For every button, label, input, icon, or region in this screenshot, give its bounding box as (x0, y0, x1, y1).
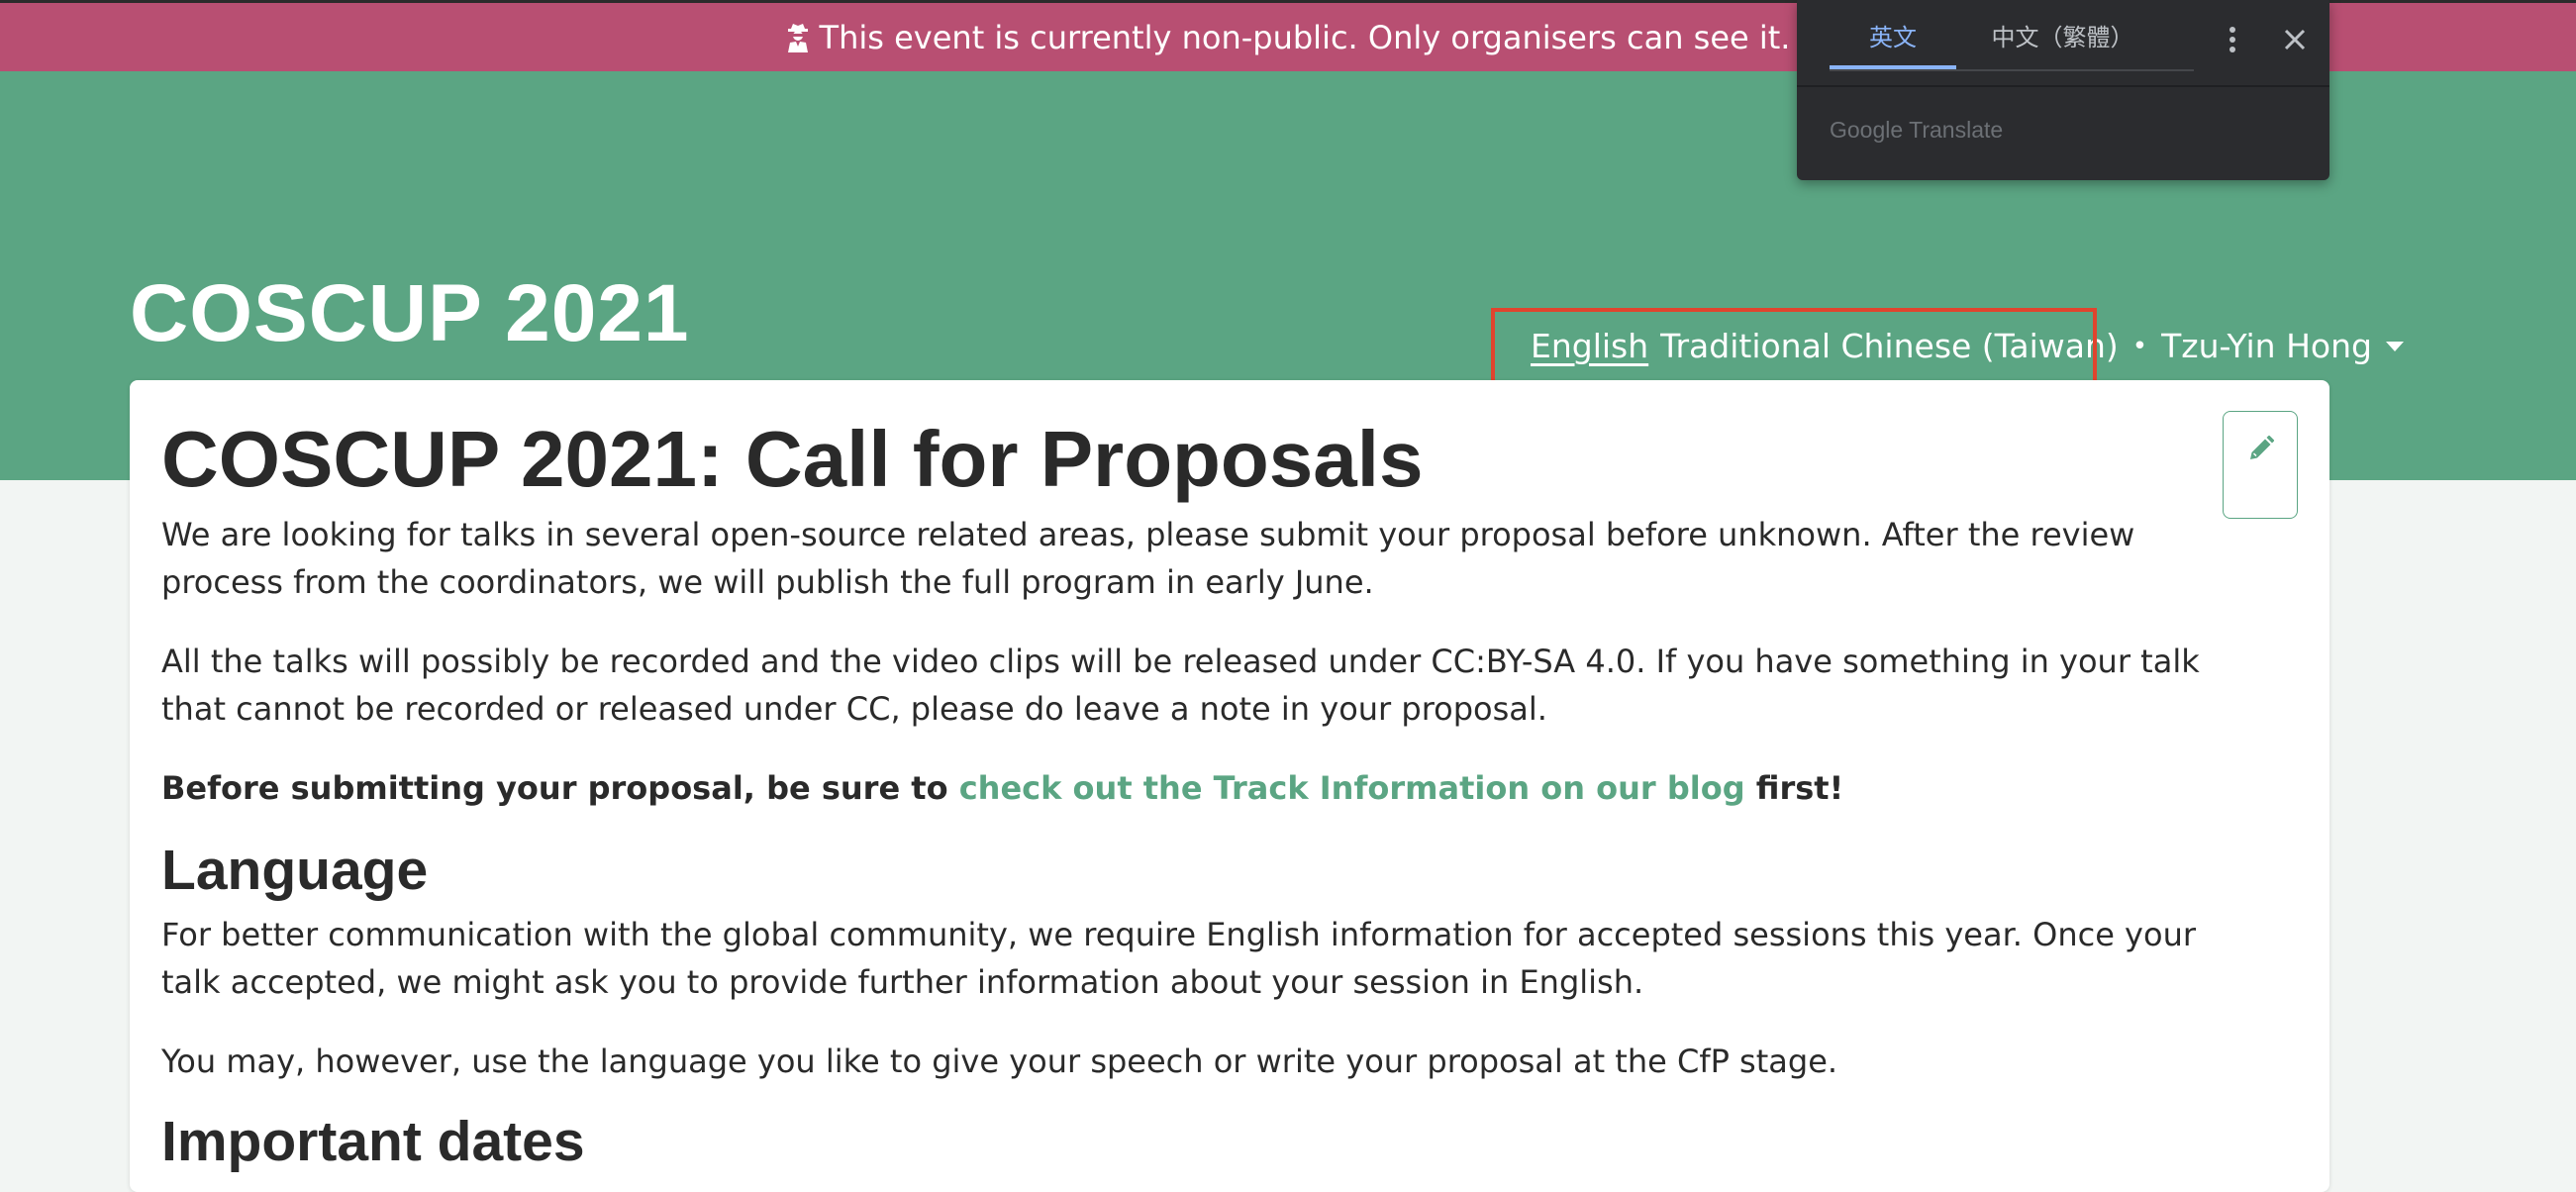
pencil-icon (2246, 435, 2275, 467)
translate-tabs: 英文 中文（繁體） (1830, 0, 2194, 71)
intro-paragraph: We are looking for talks in several open… (161, 516, 2135, 601)
banner-text: This event is currently non-public. Only… (819, 18, 1791, 56)
important-dates-heading: Important dates (161, 1110, 585, 1173)
site-title[interactable]: COSCUP 2021 (130, 267, 690, 360)
cfp-content: COSCUP 2021: Call for Proposals We are l… (161, 412, 2250, 1178)
tab-english[interactable]: 英文 (1830, 0, 1956, 69)
language-paragraph-1: For better communication with the global… (161, 916, 2196, 1001)
page-title: COSCUP 2021: Call for Proposals (161, 415, 1424, 503)
google-translate-brand: Google Translate (1830, 117, 2004, 143)
track-info-link[interactable]: check out the Track Information on our b… (959, 769, 1745, 807)
notice-before-text: Before submitting your proposal, be sure… (161, 769, 959, 807)
recording-paragraph: All the talks will possibly be recorded … (161, 643, 2200, 728)
close-icon[interactable] (2275, 20, 2315, 59)
blog-notice: Before submitting your proposal, be sure… (161, 764, 2250, 812)
tab-chinese-traditional[interactable]: 中文（繁體） (1956, 0, 2169, 69)
nav-separator: • (2131, 331, 2148, 361)
google-translate-popup: 英文 中文（繁體） Google Translate (1797, 0, 2329, 180)
user-secret-icon (786, 23, 810, 52)
content-card: COSCUP 2021: Call for Proposals We are l… (130, 380, 2329, 1192)
language-heading: Language (161, 839, 429, 902)
caret-down-icon[interactable] (2385, 341, 2404, 352)
popup-divider (1797, 85, 2329, 87)
notice-after-text: first! (1744, 769, 1844, 807)
user-menu[interactable]: Tzu-Yin Hong (2161, 327, 2372, 365)
language-paragraph-2: You may, however, use the language you l… (161, 1043, 1838, 1080)
more-options-icon[interactable] (2213, 20, 2252, 59)
